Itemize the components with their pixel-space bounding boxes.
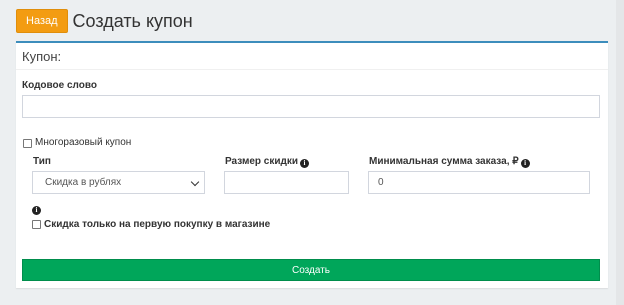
type-label: Тип <box>33 156 51 167</box>
coupon-form-box: Купон: Кодовое слово Многоразовый купон … <box>16 41 608 288</box>
create-button[interactable]: Создать <box>22 259 600 281</box>
page-title: Создать купон <box>72 10 193 31</box>
back-button[interactable]: Назад <box>16 9 68 33</box>
discount-size-input[interactable] <box>224 171 349 194</box>
reusable-coupon-checkbox[interactable] <box>23 139 32 148</box>
page-header: Назад Создать купон <box>16 8 193 34</box>
min-order-sum-label: Минимальная сумма заказа, ₽ i <box>369 156 530 168</box>
box-header: Купон: <box>16 43 608 70</box>
info-icon[interactable]: i <box>520 159 530 168</box>
first-purchase-checkbox[interactable] <box>32 220 41 229</box>
info-icon[interactable]: i <box>300 159 310 168</box>
info-icon[interactable]: i <box>32 206 41 215</box>
type-select-value: Скидка в рублях <box>45 177 122 188</box>
box-title: Купон: <box>22 48 62 64</box>
first-purchase-label: Скидка только на первую покупку в магази… <box>44 219 271 230</box>
min-order-sum-input[interactable]: 0 <box>368 171 590 194</box>
page-gutter <box>616 0 624 305</box>
min-order-sum-label-text: Минимальная сумма заказа, ₽ <box>369 156 519 167</box>
type-select[interactable]: Скидка в рублях <box>32 171 205 194</box>
code-word-label: Кодовое слово <box>22 80 98 91</box>
discount-size-label: Размер скидки i <box>225 156 310 168</box>
reusable-coupon-label: Многоразовый купон <box>35 137 132 148</box>
discount-size-label-text: Размер скидки <box>225 156 299 167</box>
code-word-input[interactable] <box>22 95 600 118</box>
chevron-down-icon <box>190 177 200 187</box>
